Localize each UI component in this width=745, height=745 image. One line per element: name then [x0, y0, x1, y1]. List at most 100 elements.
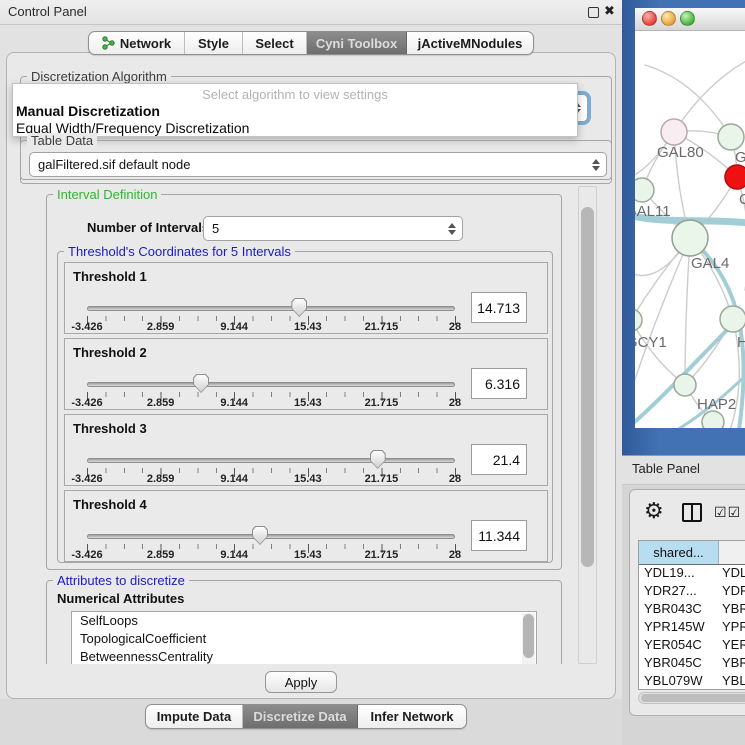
scrollbar-thumb[interactable] — [641, 694, 745, 702]
scale-tick-label: 21.715 — [365, 321, 399, 333]
network-node-label: GCY1 — [635, 334, 667, 351]
slider-thumb[interactable] — [370, 450, 386, 469]
attributes-scrollbar[interactable] — [522, 613, 535, 664]
tab-infer-network[interactable]: Infer Network — [358, 705, 466, 728]
scale-tick-label: 9.144 — [220, 321, 248, 333]
slider-track[interactable] — [87, 458, 455, 463]
table-cell[interactable]: YDR27... — [639, 583, 719, 601]
table-cell[interactable]: YDL1 — [719, 565, 745, 583]
dropdown-option-manual[interactable]: Manual Discretization — [16, 103, 160, 119]
tab-jactivemnodules[interactable]: jActiveMNodules — [407, 32, 533, 54]
scale-tick-label: 9.144 — [220, 549, 248, 561]
threshold-2-value[interactable]: 6.316 — [471, 368, 527, 399]
threshold-1-value[interactable]: 14.713 — [471, 292, 527, 323]
network-node[interactable] — [702, 411, 724, 428]
scale-tick-label: 21.715 — [365, 549, 399, 561]
scale-tick-label: 9.144 — [220, 397, 248, 409]
network-node[interactable] — [718, 124, 744, 150]
table-cell[interactable]: YBL0 — [719, 673, 745, 690]
table-cell[interactable]: YBR045C — [639, 655, 719, 673]
slider-thumb[interactable] — [193, 374, 209, 393]
network-edge[interactable] — [635, 320, 685, 385]
columns-icon[interactable] — [682, 503, 702, 522]
table-cell[interactable]: YBR0 — [719, 655, 745, 673]
slider-thumb[interactable] — [291, 298, 307, 317]
scrollbar-thumb[interactable] — [523, 614, 534, 658]
table-cell[interactable]: YBR0 — [719, 601, 745, 619]
tab-discretize-data[interactable]: Discretize Data — [243, 705, 358, 728]
network-node[interactable] — [661, 119, 687, 145]
network-node[interactable] — [674, 374, 696, 396]
column-header-name[interactable]: n — [719, 541, 745, 564]
network-node[interactable] — [672, 220, 708, 256]
numerical-attributes-list[interactable]: SelfLoops TopologicalCoefficient Between… — [71, 611, 537, 664]
table-cell[interactable]: YER0 — [719, 637, 745, 655]
scrollbar-thumb[interactable] — [581, 207, 594, 567]
tab-select[interactable]: Select — [243, 32, 307, 54]
slider-track[interactable] — [87, 306, 455, 311]
discretization-algorithm-label: Discretization Algorithm — [27, 69, 171, 84]
slider-track[interactable] — [87, 534, 455, 539]
tab-network[interactable]: Network — [89, 32, 185, 54]
table-row[interactable]: YDR27...YDR2 — [639, 583, 745, 601]
table-cell[interactable]: YDL19... — [639, 565, 719, 583]
panel-title: Control Panel — [8, 4, 87, 19]
column-header-shared-name[interactable]: shared... — [639, 541, 719, 564]
close-traffic-light[interactable] — [642, 11, 657, 26]
table-row[interactable]: YBR045CYBR0 — [639, 655, 745, 673]
close-icon[interactable]: ✖ — [604, 3, 615, 19]
table-row[interactable]: YBR043CYBR0 — [639, 601, 745, 619]
num-intervals-select[interactable]: 5 — [203, 216, 463, 241]
network-edge[interactable] — [645, 65, 731, 137]
table-hscrollbar[interactable] — [638, 692, 745, 704]
slider-track[interactable] — [87, 382, 455, 387]
zoom-traffic-light[interactable] — [680, 11, 695, 26]
table-cell[interactable]: YER054C — [639, 637, 719, 655]
network-node[interactable] — [635, 178, 654, 202]
network-canvas[interactable]: GAL80GACGAL11GAL4GCY1HHAP2 — [635, 30, 745, 428]
apply-button[interactable]: Apply — [265, 671, 337, 693]
float-window-icon[interactable] — [588, 7, 599, 18]
scale-tick-label: 15.43 — [294, 397, 322, 409]
table-cell[interactable]: YPR145W — [639, 619, 719, 637]
tab-style[interactable]: Style — [185, 32, 243, 54]
settings-scrollbar[interactable] — [578, 186, 597, 664]
minimize-traffic-light[interactable] — [661, 11, 676, 26]
table-row[interactable]: YBL079WYBL0 — [639, 673, 745, 690]
tab-impute-data[interactable]: Impute Data — [146, 705, 243, 728]
list-item[interactable]: SelfLoops — [72, 612, 536, 630]
threshold-4-value[interactable]: 11.344 — [471, 520, 527, 551]
network-node[interactable] — [725, 165, 745, 189]
algorithm-dropdown-popup: Select algorithm to view settings Manual… — [12, 83, 578, 137]
table-cell[interactable]: YBR043C — [639, 601, 719, 619]
interval-definition-label: Interval Definition — [53, 187, 161, 202]
scale-tick-label: 2.859 — [147, 473, 175, 485]
network-node[interactable] — [720, 306, 745, 332]
network-edge[interactable] — [685, 238, 690, 385]
network-graph[interactable]: GAL80GACGAL11GAL4GCY1HHAP2 — [635, 30, 745, 428]
slider-thumb[interactable] — [252, 526, 268, 545]
list-item[interactable]: TopologicalCoefficient — [72, 630, 536, 648]
table-data-label: Table Data — [27, 133, 97, 148]
checkbox-checked-icon[interactable]: ☑ — [714, 504, 728, 520]
table-row[interactable]: YDL19...YDL1 — [639, 565, 745, 583]
scale-tick-label: 15.43 — [294, 473, 322, 485]
network-node-label: GAL11 — [635, 203, 671, 220]
tab-network-label: Network — [120, 36, 171, 51]
gear-icon[interactable]: ⚙ — [644, 500, 664, 522]
table-data-select[interactable]: galFiltered.sif default node — [29, 152, 607, 177]
network-node[interactable] — [635, 309, 642, 331]
attributes-group-label: Attributes to discretize — [53, 573, 189, 588]
network-edge[interactable] — [674, 50, 745, 132]
table-row[interactable]: YPR145WYPR1 — [639, 619, 745, 637]
table-cell[interactable]: YDR2 — [719, 583, 745, 601]
checkbox-checked-icon[interactable]: ☑ — [728, 504, 742, 520]
scale-row: -3.4262.8599.14415.4321.71528 — [87, 549, 455, 562]
table-row[interactable]: YER054CYER0 — [639, 637, 745, 655]
table-cell[interactable]: YPR1 — [719, 619, 745, 637]
table-cell[interactable]: YBL079W — [639, 673, 719, 690]
threshold-3-value[interactable]: 21.4 — [471, 444, 527, 475]
tab-cyni-toolbox[interactable]: Cyni Toolbox — [307, 32, 407, 54]
network-node-label: GAL4 — [691, 255, 729, 272]
list-item[interactable]: BetweennessCentrality — [72, 648, 536, 664]
